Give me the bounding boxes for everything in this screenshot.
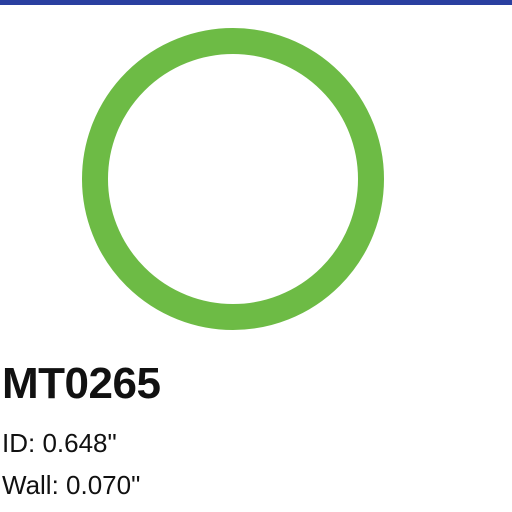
product-card: MT0265 ID: 0.648" Wall: 0.070" (0, 0, 512, 512)
o-ring-shape (82, 28, 384, 330)
o-ring-icon (82, 28, 384, 330)
top-border-bar (0, 0, 512, 5)
spec-inner-diameter: ID: 0.648" (2, 428, 117, 458)
part-number-title: MT0265 (2, 359, 161, 408)
spec-wall-thickness: Wall: 0.070" (2, 470, 141, 500)
